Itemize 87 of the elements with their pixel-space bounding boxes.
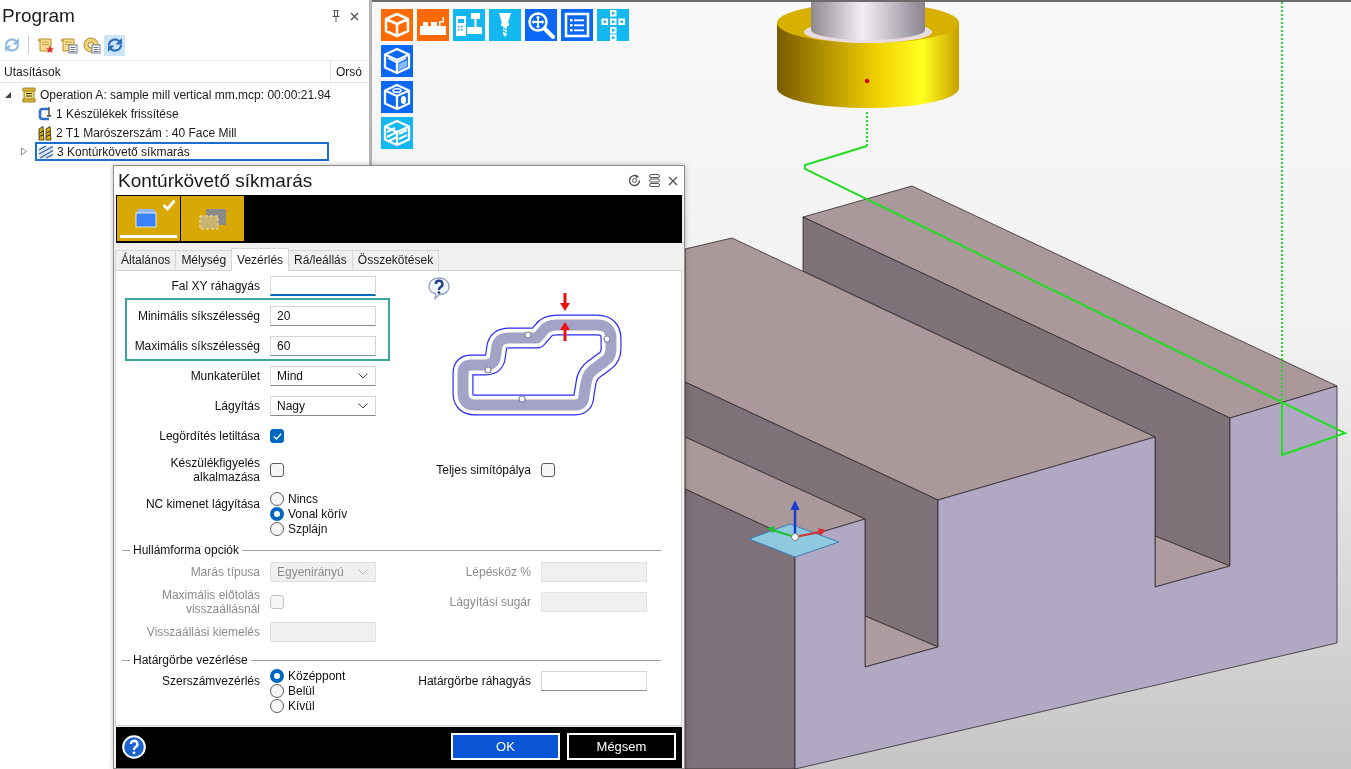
tree-item[interactable]: 3 Kontúrkövető síkmarás [35,142,329,161]
tab[interactable]: Vezérlés [231,248,290,271]
section-heading: Hullámforma opciók [133,543,240,557]
field-label: Lágyítási sugár [448,594,531,611]
field-label: Legördítés letiltása [158,428,260,445]
column-header[interactable]: Orsó [330,61,369,82]
zoom-icon[interactable] [525,9,557,41]
page-tile[interactable] [117,196,180,241]
cube-icon[interactable] [381,9,413,41]
scroll-star-icon [36,36,55,54]
pin-icon[interactable] [332,10,340,22]
field-label: Maximális síkszélesség [133,338,260,355]
chevron-down-icon [358,569,368,575]
radio-button[interactable] [270,668,284,683]
triangle-icon[interactable] [4,90,12,99]
section-heading: Határgörbe vezérlése [133,653,248,667]
checkbox[interactable] [270,463,284,477]
tree-item[interactable]: Operation A: sample mill vertical mm.mcp: 00:00:21.94 [19,85,335,104]
tab[interactable]: Mélység [175,250,233,270]
dialog-title: Kontúrkövető síkmarás [118,169,313,192]
box-section-icon[interactable] [381,45,413,77]
scroll-icon [21,86,37,103]
field-label: Határgörbe ráhagyás [417,673,531,690]
option-label[interactable]: Szplájn [288,521,328,536]
field-label: Szerszámvezérlés [160,673,260,690]
refresh-icon[interactable] [628,174,641,187]
checkbox[interactable] [270,429,284,443]
text-field[interactable]: 60 [270,336,376,356]
refresh-icon [2,36,21,54]
menu-icon[interactable] [649,174,660,187]
text-field[interactable] [541,671,647,691]
disc-list-icon [82,36,101,54]
field-label: Munkaterület [189,368,260,385]
workbench-icon[interactable] [417,9,449,41]
column-header[interactable]: Utasítások [0,61,330,82]
clamp-icon [37,105,53,122]
text-field[interactable] [270,276,376,296]
radio-button[interactable] [270,521,284,536]
ok-button[interactable]: OK [451,733,560,760]
refresh-icon [105,36,124,54]
chevron-down-icon [358,373,368,379]
chevron-down-icon [358,403,368,409]
end-mill-icon [37,124,53,141]
box-hole-icon[interactable] [381,81,413,113]
tab[interactable]: Általános [115,250,177,270]
option-label[interactable]: Középpont [288,668,346,683]
page-tile[interactable] [181,196,244,241]
field-label: Maximális előtolás visszaállásnál [160,588,260,616]
axis-gizmo-icon [748,500,840,558]
field-label: NC kimenet lágyítása [144,496,260,513]
panel-title: Program [2,5,75,27]
tree-item[interactable]: 1 Készülékek frissítése [35,104,183,123]
radio-button[interactable] [270,491,284,506]
field-label: Marás típusa [189,564,260,581]
tab[interactable]: Összekötések [351,250,440,270]
field-label: Készülékfigyelés alkalmazása [169,456,260,484]
field-label: Minimális síkszélesség [136,308,260,325]
field-label: Lépésköz % [464,564,531,581]
option-label[interactable]: Nincs [288,491,318,506]
dropdown[interactable]: Nagy [270,396,376,416]
close-icon[interactable] [350,11,359,21]
help-icon[interactable] [122,734,146,759]
list-icon[interactable] [561,9,593,41]
close-icon[interactable] [668,175,678,186]
field-label: Lágyítás [213,398,260,415]
help-bubble-icon[interactable] [427,276,451,300]
option-label[interactable]: Belül [288,683,315,698]
toolbar-button[interactable] [104,34,125,56]
field-label: Visszaállási kiemelés [145,624,260,641]
scroll-list-icon [59,36,78,54]
text-field[interactable]: 20 [270,306,376,326]
radio-button[interactable] [270,683,284,698]
radio-button[interactable] [270,506,284,521]
cancel-button[interactable]: Mégsem [567,733,676,760]
tree-item[interactable]: 2 T1 Marószerszám : 40 Face Mill [35,123,241,142]
striped-lines-icon [38,143,54,160]
toolbar-button[interactable] [81,34,102,56]
dropdown[interactable]: Mind [270,366,376,386]
option-label[interactable]: Kívül [288,698,315,713]
checkmark-icon [162,199,176,211]
option-label[interactable]: Vonal körív [288,506,348,521]
field-label: Teljes simítópálya [435,462,531,479]
checkbox[interactable] [541,463,555,477]
checkmark-icon [272,432,282,440]
dashed-frame-icon [198,207,227,230]
field-label: Fal XY ráhagyás [170,278,260,295]
radio-button[interactable] [270,698,284,713]
